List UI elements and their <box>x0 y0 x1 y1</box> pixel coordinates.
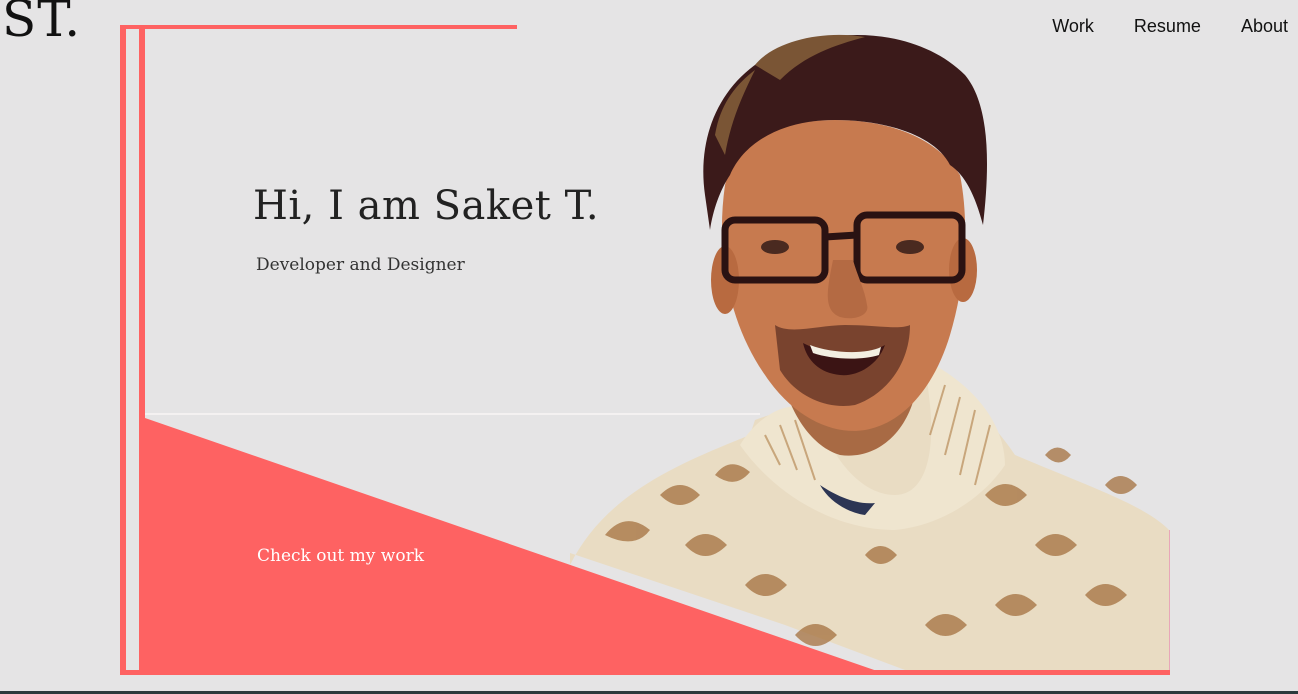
nav-item-work[interactable]: Work <box>1052 16 1094 37</box>
site-logo[interactable]: ST. <box>2 0 81 44</box>
nav-item-about[interactable]: About <box>1241 16 1288 37</box>
top-nav: Work Resume About <box>1052 16 1288 37</box>
hero-section: Hi, I am Saket T. Developer and Designer… <box>0 0 1298 694</box>
hero-subtitle: Developer and Designer <box>256 255 465 275</box>
nav-item-resume[interactable]: Resume <box>1134 16 1201 37</box>
portrait-photo <box>565 25 1170 675</box>
hero-headline: Hi, I am Saket T. <box>253 183 600 229</box>
check-out-work-link[interactable]: Check out my work <box>257 546 424 566</box>
